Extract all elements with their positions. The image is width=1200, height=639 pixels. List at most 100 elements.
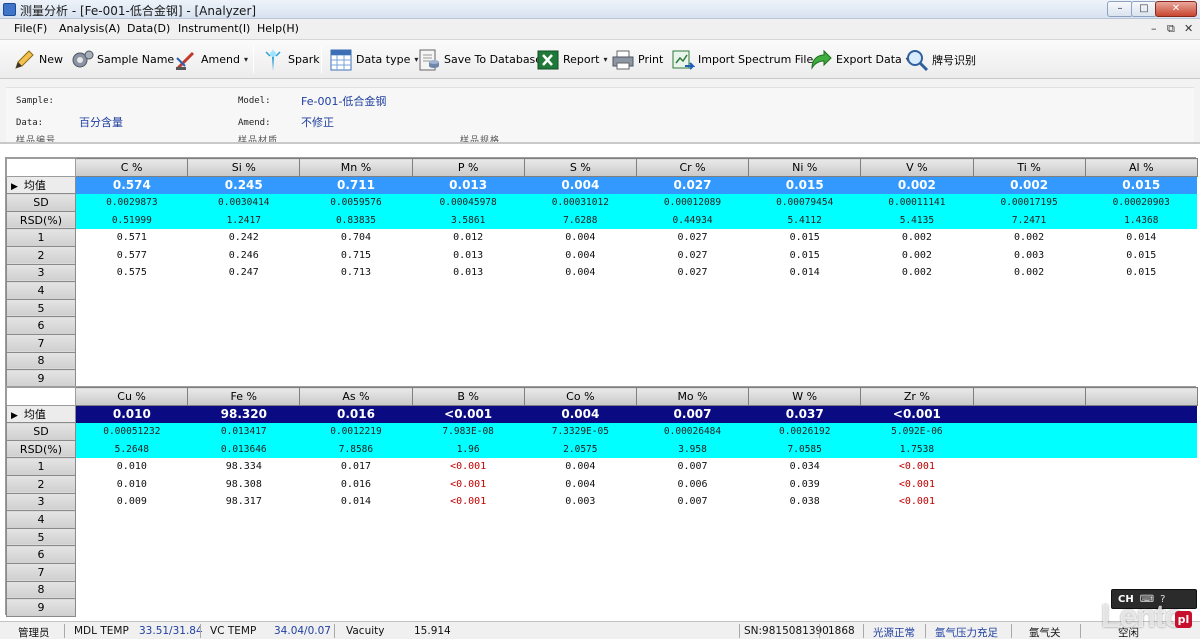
- row-header-number[interactable]: 2: [6, 245, 76, 265]
- empty-cells[interactable]: [75, 598, 1198, 617]
- measurement-row[interactable]: 3 0.575 0.247 0.713 0.013 0.004 0.027 0.…: [6, 263, 1198, 283]
- measurement-cell[interactable]: 0.007: [636, 493, 749, 511]
- column-header[interactable]: [1084, 387, 1198, 406]
- empty-cells[interactable]: [75, 563, 1198, 582]
- average-cell[interactable]: [973, 405, 1086, 423]
- measurement-cell[interactable]: 0.715: [299, 246, 413, 265]
- sample-name-button[interactable]: Sample Name: [70, 45, 174, 74]
- column-header[interactable]: Zr %: [860, 387, 974, 406]
- mdi-close-button[interactable]: ✕: [1184, 22, 1193, 35]
- empty-cells[interactable]: [75, 581, 1198, 599]
- empty-cells[interactable]: [75, 528, 1198, 546]
- row-header-number[interactable]: 7: [6, 333, 76, 353]
- column-header[interactable]: W %: [748, 387, 862, 406]
- rsd-cell[interactable]: 1.2417: [187, 211, 300, 229]
- sd-cell[interactable]: 7.3329E-05: [524, 422, 637, 441]
- rsd-cell[interactable]: 2.0575: [524, 440, 637, 458]
- average-cell[interactable]: 0.015: [1085, 176, 1198, 194]
- measurement-cell[interactable]: 0.006: [636, 475, 749, 494]
- row-header-number[interactable]: 7: [6, 562, 76, 582]
- measurement-cell[interactable]: [973, 493, 1086, 511]
- average-row[interactable]: ▶ 均值 0.010 98.320 0.016 <0.001 0.004 0.00…: [6, 404, 1198, 424]
- measurement-cell[interactable]: 0.012: [412, 228, 525, 247]
- measurement-cell[interactable]: 0.247: [187, 264, 300, 282]
- sd-cell[interactable]: 5.092E-06: [860, 422, 973, 441]
- measurement-cell[interactable]: 0.004: [524, 228, 637, 247]
- measurement-cell[interactable]: 0.014: [748, 264, 861, 282]
- measurement-cell[interactable]: 0.015: [1085, 264, 1198, 282]
- row-header-sd[interactable]: SD: [6, 422, 76, 441]
- menu-file[interactable]: File(F): [14, 22, 47, 35]
- rsd-cell[interactable]: 0.44934: [636, 211, 749, 229]
- measurement-row[interactable]: 1 0.010 98.334 0.017 <0.001 0.004 0.007 …: [6, 457, 1198, 476]
- minimize-button[interactable]: –: [1107, 1, 1133, 17]
- below-limit-cell[interactable]: <0.001: [860, 493, 973, 511]
- export-data-button[interactable]: Export Data ▾: [809, 45, 910, 74]
- empty-cells[interactable]: [75, 299, 1198, 317]
- rsd-row[interactable]: RSD(%) 0.51999 1.2417 0.83835 3.5861 7.6…: [6, 210, 1198, 230]
- measurement-cell[interactable]: 0.704: [299, 228, 413, 247]
- empty-cells[interactable]: [75, 369, 1198, 388]
- measurement-cell[interactable]: 0.242: [187, 228, 300, 247]
- rsd-cell[interactable]: 0.83835: [299, 211, 413, 229]
- sd-cell[interactable]: 0.0029873: [75, 193, 188, 212]
- average-cell[interactable]: 0.711: [299, 176, 413, 194]
- column-header[interactable]: Ni %: [748, 158, 862, 177]
- row-header-rsd[interactable]: RSD(%): [6, 210, 76, 230]
- measurement-cell[interactable]: 0.003: [973, 246, 1086, 265]
- row-header-number[interactable]: 5: [6, 527, 76, 547]
- average-cell[interactable]: 0.002: [860, 176, 973, 194]
- average-cell[interactable]: 0.015: [748, 176, 861, 194]
- rsd-cell[interactable]: 3.5861: [412, 211, 525, 229]
- row-header-number[interactable]: 3: [6, 263, 76, 283]
- below-limit-cell[interactable]: <0.001: [860, 457, 973, 476]
- measurement-cell[interactable]: 0.009: [75, 493, 188, 511]
- column-header[interactable]: C %: [74, 158, 189, 177]
- measurement-cell[interactable]: 0.027: [636, 264, 749, 282]
- empty-row[interactable]: 7: [6, 333, 1198, 353]
- measurement-cell[interactable]: 0.014: [299, 493, 413, 511]
- empty-cells[interactable]: [75, 545, 1198, 564]
- rsd-cell[interactable]: [1085, 440, 1198, 458]
- measurement-cell[interactable]: 0.010: [75, 457, 188, 476]
- sd-cell[interactable]: 0.00045978: [412, 193, 525, 212]
- column-header[interactable]: B %: [411, 387, 525, 406]
- empty-row[interactable]: 9: [6, 598, 1198, 617]
- column-header[interactable]: V %: [860, 158, 974, 177]
- measurement-cell[interactable]: 0.010: [75, 475, 188, 494]
- column-header[interactable]: Co %: [523, 387, 637, 406]
- column-header[interactable]: [972, 387, 1086, 406]
- measurement-cell[interactable]: 98.308: [187, 475, 300, 494]
- measurement-row[interactable]: 2 0.010 98.308 0.016 <0.001 0.004 0.006 …: [6, 474, 1198, 494]
- rsd-cell[interactable]: 5.4135: [860, 211, 973, 229]
- sd-cell[interactable]: 0.0026192: [748, 422, 861, 441]
- mdi-restore-button[interactable]: ⧉: [1167, 22, 1175, 36]
- mdi-minimize-button[interactable]: –: [1151, 22, 1157, 35]
- rsd-row[interactable]: RSD(%) 5.2648 0.013646 7.8586 1.96 2.057…: [6, 439, 1198, 459]
- average-cell[interactable]: 0.574: [75, 176, 188, 194]
- average-cell[interactable]: 0.027: [636, 176, 749, 194]
- rsd-cell[interactable]: [973, 440, 1086, 458]
- row-header-number[interactable]: 5: [6, 298, 76, 318]
- sd-cell[interactable]: 7.983E-08: [412, 422, 525, 441]
- grade-identify-button[interactable]: 牌号识别: [905, 45, 976, 74]
- measurement-cell[interactable]: 0.713: [299, 264, 413, 282]
- measurement-cell[interactable]: 0.002: [973, 264, 1086, 282]
- measurement-cell[interactable]: 0.013: [412, 264, 525, 282]
- row-header-sd[interactable]: SD: [6, 193, 76, 212]
- measurement-row[interactable]: 3 0.009 98.317 0.014 <0.001 0.003 0.007 …: [6, 492, 1198, 512]
- sd-cell[interactable]: 0.00020903: [1085, 193, 1198, 212]
- menu-data[interactable]: Data(D): [127, 22, 170, 35]
- measurement-cell[interactable]: 0.575: [75, 264, 188, 282]
- measurement-cell[interactable]: 0.571: [75, 228, 188, 247]
- rsd-cell[interactable]: 7.2471: [973, 211, 1086, 229]
- row-header-number[interactable]: 6: [6, 316, 76, 335]
- sd-cell[interactable]: [1085, 422, 1198, 441]
- measurement-cell[interactable]: 0.027: [636, 228, 749, 247]
- rsd-cell[interactable]: 7.8586: [299, 440, 413, 458]
- rsd-cell[interactable]: 0.013646: [187, 440, 300, 458]
- measurement-cell[interactable]: [973, 475, 1086, 494]
- sd-cell[interactable]: 0.0012219: [299, 422, 413, 441]
- empty-row[interactable]: 8: [6, 351, 1198, 371]
- below-limit-cell[interactable]: <0.001: [412, 493, 525, 511]
